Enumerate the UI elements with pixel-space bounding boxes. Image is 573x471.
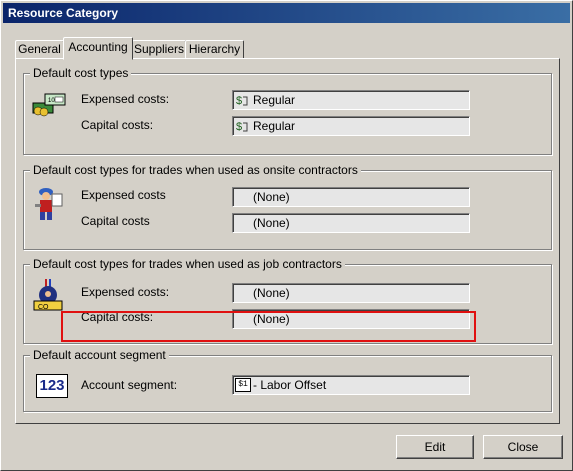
account-segment-label: Account segment:	[81, 378, 178, 392]
svg-text:$: $	[236, 95, 242, 107]
dollar-icon: $	[236, 95, 248, 107]
window-title: Resource Category	[8, 6, 119, 20]
onsite-expensed-value: (None)	[253, 190, 290, 204]
worker-icon	[35, 188, 63, 220]
capital-costs-label: Capital costs	[81, 214, 150, 228]
contractor-badge-icon: CO	[33, 279, 63, 311]
expensed-costs-field[interactable]: $ Regular	[232, 90, 470, 110]
capital-costs-value: Regular	[253, 119, 296, 133]
numbers-icon: 123	[36, 374, 68, 398]
segment-icon: $1	[235, 378, 251, 392]
capital-costs-label: Capital costs:	[81, 118, 154, 132]
svg-text:$: $	[236, 121, 242, 133]
tab-hierarchy[interactable]: Hierarchy	[185, 40, 244, 59]
expensed-costs-label: Expensed costs:	[81, 92, 170, 106]
highlight-box	[61, 311, 476, 342]
edit-button[interactable]: Edit	[396, 435, 474, 459]
svg-text:10: 10	[48, 98, 55, 104]
title-bar[interactable]: Resource Category	[3, 3, 570, 23]
onsite-expensed-field[interactable]: (None)	[232, 187, 470, 207]
accounting-panel: Default cost types 10 Expensed costs: $ …	[15, 58, 560, 424]
group-label: Default account segment	[30, 348, 169, 362]
tab-accounting[interactable]: Accounting	[63, 37, 133, 60]
tab-general[interactable]: General	[15, 40, 64, 59]
group-label: Default cost types for trades when used …	[30, 257, 345, 271]
dollar-icon: $	[236, 121, 248, 133]
job-expensed-field[interactable]: (None)	[232, 283, 470, 303]
expensed-costs-label: Expensed costs:	[81, 285, 170, 299]
money-stack-icon: 10	[32, 93, 66, 117]
default-cost-types-group: Default cost types 10 Expensed costs: $ …	[23, 66, 552, 155]
onsite-capital-field[interactable]: (None)	[232, 213, 470, 233]
resource-category-window: Resource Category General Accounting Sup…	[0, 0, 573, 471]
close-button[interactable]: Close	[483, 435, 563, 459]
tab-suppliers[interactable]: Suppliers	[132, 40, 186, 59]
account-segment-group: Default account segment 123 Account segm…	[23, 348, 552, 412]
onsite-capital-value: (None)	[253, 216, 290, 230]
group-label: Default cost types for trades when used …	[30, 163, 361, 177]
group-label: Default cost types	[30, 66, 132, 80]
onsite-contractors-group: Default cost types for trades when used …	[23, 163, 552, 250]
account-segment-field[interactable]: $1 - Labor Offset	[232, 375, 470, 395]
capital-costs-field[interactable]: $ Regular	[232, 116, 470, 136]
account-segment-value: - Labor Offset	[253, 378, 327, 392]
svg-text:CO: CO	[38, 304, 49, 311]
job-expensed-value: (None)	[253, 286, 290, 300]
expensed-costs-label: Expensed costs	[81, 188, 166, 202]
expensed-costs-value: Regular	[253, 93, 296, 107]
